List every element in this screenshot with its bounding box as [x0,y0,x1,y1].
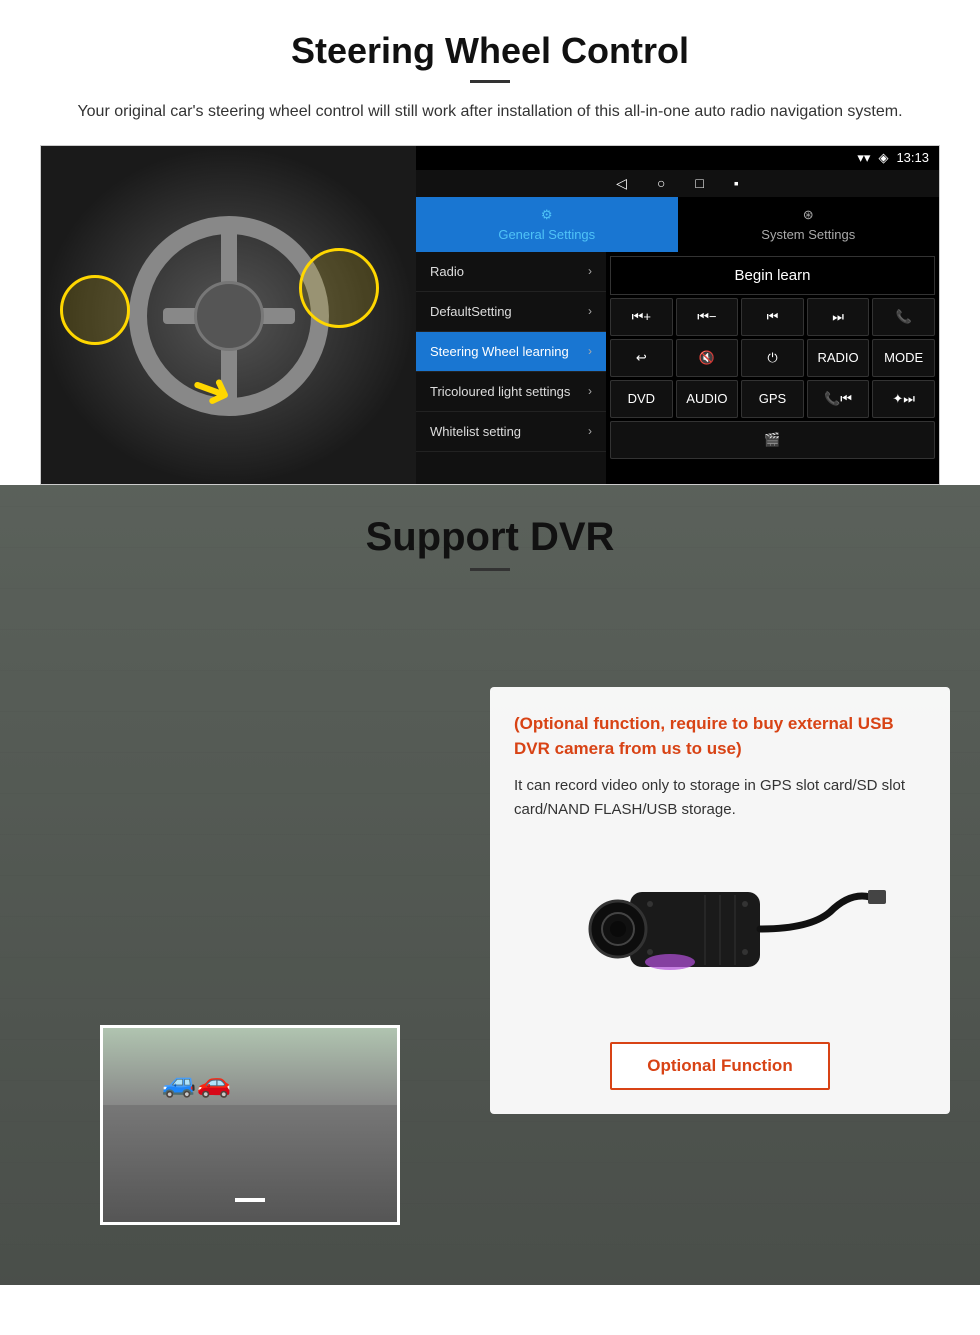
begin-learn-button[interactable]: Begin learn [610,256,935,295]
screenshot-panel: ➜ ▾▾ ◈ 13:13 ◁ ○ □ ▪ ⚙ General Se [40,145,940,485]
menu-default-label: DefaultSetting [430,304,512,319]
ctrl-mute[interactable]: 🔇 [676,339,739,377]
ctrl-next-track[interactable]: ⏭ [807,298,870,336]
ctrl-prev-track[interactable]: ⏮ [741,298,804,336]
tab-system-settings[interactable]: ⊛ System Settings [678,197,940,252]
highlight-circle-right [299,248,379,328]
section-steering-wheel: Steering Wheel Control Your original car… [0,0,980,485]
system-icon: ⊛ [803,207,814,223]
tab-system-label: System Settings [761,227,855,242]
highlight-circle-left [60,275,130,345]
ctrl-hang-up[interactable]: ↩ [610,339,673,377]
page-title: Steering Wheel Control [40,30,940,72]
control-row-2: ↩ 🔇 ⏻ RADIO MODE [610,339,935,377]
menu-whitelist-label: Whitelist setting [430,424,521,439]
control-row-3: DVD AUDIO GPS 📞⏮ ✦⏭ [610,380,935,418]
dvr-title-divider [470,568,510,571]
section-dvr: Support DVR 🚙🚗 (Optional function, requi… [0,485,980,1285]
tab-general-label: General Settings [498,227,595,242]
dvr-camera-image [514,842,926,1022]
ctrl-mode[interactable]: MODE [872,339,935,377]
ctrl-gps[interactable]: GPS [741,380,804,418]
nav-home-icon: ○ [657,175,665,191]
ctrl-audio[interactable]: AUDIO [676,380,739,418]
title-divider [470,80,510,83]
control-row-1: ⏮+ ⏮− ⏮ ⏭ 📞 [610,298,935,336]
settings-menu: Radio › DefaultSetting › Steering Wheel … [416,252,606,484]
chevron-right-icon: › [588,304,592,318]
ctrl-power[interactable]: ⏻ [741,339,804,377]
dvr-camera-svg [550,852,890,1012]
dvr-info-title: (Optional function, require to buy exter… [514,711,926,762]
chevron-right-icon: › [588,344,592,358]
chevron-right-icon: › [588,264,592,278]
android-status-bar: ▾▾ ◈ 13:13 [416,146,939,170]
tab-general-settings[interactable]: ⚙ General Settings [416,197,678,252]
ctrl-dvd[interactable]: DVD [610,380,673,418]
signal-icon: ▾▾ [857,150,870,166]
dvr-title: Support DVR [0,515,980,560]
settings-tabs: ⚙ General Settings ⊛ System Settings [416,197,939,252]
chevron-right-icon: › [588,384,592,398]
menu-item-tricoloured[interactable]: Tricoloured light settings › [416,372,606,412]
chevron-right-icon: › [588,424,592,438]
settings-content: Radio › DefaultSetting › Steering Wheel … [416,252,939,484]
control-row-4: 🎬 [610,421,935,459]
controls-panel: Begin learn ⏮+ ⏮− ⏮ ⏭ 📞 ↩ 🔇 ⏻ [606,252,939,484]
nav-recent-icon: □ [695,175,703,191]
optional-function-button[interactable]: Optional Function [610,1042,830,1090]
ctrl-phone[interactable]: 📞 [872,298,935,336]
ctrl-radio[interactable]: RADIO [807,339,870,377]
nav-back-icon: ◁ [616,175,627,192]
ctrl-vol-up[interactable]: ⏮+ [610,298,673,336]
dvr-info-text: It can record video only to storage in G… [514,774,926,822]
begin-learn-row: Begin learn [610,256,935,295]
dvr-title-area: Support DVR [0,485,980,587]
menu-radio-label: Radio [430,264,464,279]
ctrl-vol-down[interactable]: ⏮− [676,298,739,336]
nav-cast-icon: ▪ [734,175,739,191]
steering-wheel-image: ➜ [41,146,416,485]
menu-item-radio[interactable]: Radio › [416,252,606,292]
ctrl-next-special[interactable]: ✦⏭ [872,380,935,418]
ctrl-phone-prev[interactable]: 📞⏮ [807,380,870,418]
status-time: 13:13 [896,150,929,165]
wifi-icon: ◈ [878,150,888,166]
menu-steering-label: Steering Wheel learning [430,344,569,359]
menu-item-whitelist[interactable]: Whitelist setting › [416,412,606,452]
ctrl-rec[interactable]: 🎬 [610,421,935,459]
menu-tricoloured-label: Tricoloured light settings [430,384,570,399]
gear-icon: ⚙ [541,207,553,223]
dvr-info-box: (Optional function, require to buy exter… [490,687,950,1114]
android-nav-bar: ◁ ○ □ ▪ [416,170,939,197]
menu-item-default-setting[interactable]: DefaultSetting › [416,292,606,332]
menu-item-steering-wheel[interactable]: Steering Wheel learning › [416,332,606,372]
android-ui-panel: ▾▾ ◈ 13:13 ◁ ○ □ ▪ ⚙ General Settings ⊛ … [416,146,939,484]
dvr-content-area: (Optional function, require to buy exter… [0,587,980,1114]
section-subtitle: Your original car's steering wheel contr… [40,99,940,125]
